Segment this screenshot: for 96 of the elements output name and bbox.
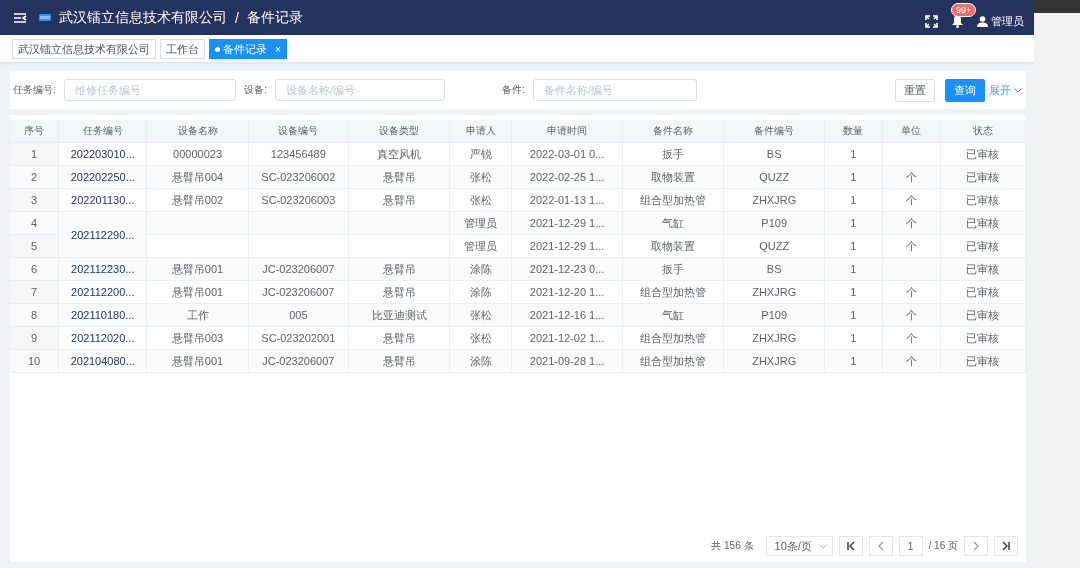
table-cell: 取物装置	[622, 234, 724, 258]
column-header: 设备编号	[248, 120, 349, 143]
breadcrumb-separator: /	[235, 9, 239, 26]
column-header: 设备类型	[348, 120, 450, 143]
table-cell: QUZZ	[723, 234, 825, 258]
table-cell: 悬臂吊003	[146, 326, 249, 350]
table-cell: 1	[10, 142, 59, 166]
column-header: 备件编号	[723, 120, 825, 143]
tab[interactable]: 武汉镭立信息技术有限公司	[12, 39, 156, 59]
company-name: 武汉镭立信息技术有限公司	[59, 8, 227, 27]
logo-icon	[39, 12, 51, 23]
table-cell: 202112290...	[58, 211, 147, 258]
table-cell: 1	[824, 188, 882, 212]
notification-badge: 99+	[951, 3, 977, 17]
table-cell: 张松	[449, 188, 512, 212]
page-number-field[interactable]: 1	[898, 536, 923, 556]
table-cell: 个	[882, 234, 941, 258]
table-cell: 组合型加热管	[622, 188, 724, 212]
table-cell: SC-023202001	[248, 326, 349, 350]
table-cell: 2022-03-01 0...	[511, 142, 623, 166]
total-count: 共 156 条	[711, 539, 754, 553]
column-header: 申请时间	[511, 120, 623, 143]
last-page-icon	[1001, 541, 1011, 551]
column-header: 序号	[10, 120, 59, 143]
table-cell: JC-023206007	[248, 280, 349, 304]
table-cell: 10	[10, 349, 59, 373]
table-cell: 3	[10, 188, 59, 212]
table-cell: 1	[824, 326, 882, 350]
table-cell: 已审核	[940, 280, 1026, 304]
table-cell: 扳手	[622, 142, 724, 166]
table-cell: BS	[723, 142, 825, 166]
column-header: 数量	[824, 120, 882, 143]
column-header: 单位	[882, 120, 941, 143]
user-icon	[977, 15, 988, 27]
table-cell: 7	[10, 280, 59, 304]
table-cell: 已审核	[940, 188, 1026, 212]
table-cell: 1	[824, 142, 882, 166]
table-cell: 个	[882, 280, 941, 304]
user-menu[interactable]: 管理员	[977, 13, 1024, 29]
table-cell: 已审核	[940, 142, 1026, 166]
column-header: 设备名称	[146, 120, 249, 143]
table-cell: 1	[824, 280, 882, 304]
field-label: 任务编号:	[13, 83, 56, 97]
table-cell: 2022-01-13 1...	[511, 188, 623, 212]
chevron-down-icon[interactable]	[1014, 87, 1022, 93]
column-header: 备件名称	[622, 120, 724, 143]
first-page-icon	[845, 541, 856, 551]
table-cell: 组合型加热管	[622, 326, 724, 350]
column-header: 任务编号	[58, 120, 147, 143]
table-cell: 真空风机	[348, 142, 450, 166]
table-cell: 4	[10, 211, 59, 235]
table-cell: 悬臂吊	[348, 188, 450, 212]
table-cell: 1	[824, 234, 882, 258]
table-cell: 2	[10, 165, 59, 189]
table-cell: 管理员	[449, 234, 512, 258]
table-cell: 2021-12-02 1...	[511, 326, 623, 350]
menu-icon[interactable]	[13, 11, 27, 24]
page-title: 备件记录	[246, 8, 303, 27]
page-count: / 16 页	[928, 539, 958, 553]
bell-icon[interactable]	[951, 14, 964, 28]
tab[interactable]: 工作台	[160, 39, 205, 59]
table-cell: 严锐	[449, 142, 512, 166]
table-cell: 9	[10, 326, 59, 350]
field-label: 设备:	[244, 83, 267, 97]
table-cell: ZHXJRG	[723, 326, 825, 350]
fullscreen-icon[interactable]	[925, 14, 938, 28]
next-page-icon	[971, 541, 981, 551]
column-header: 申请人	[449, 120, 512, 143]
table-cell: ZHXJRG	[723, 188, 825, 212]
table-cell: 8	[10, 303, 59, 327]
field-label: 备件:	[502, 83, 525, 97]
table-cell: 张松	[449, 326, 512, 350]
table-cell: 悬臂吊001	[146, 280, 249, 304]
table-cell: SC-023206003	[248, 188, 349, 212]
table-cell: 6	[10, 257, 59, 281]
table-cell: 2021-12-29 1...	[511, 234, 623, 258]
table-cell: 涂陈	[449, 280, 512, 304]
table-cell: 悬臂吊	[348, 280, 450, 304]
table-cell: 已审核	[940, 234, 1026, 258]
table-cell: 00000023	[146, 142, 249, 166]
table-cell: 个	[882, 188, 941, 212]
first-page-button[interactable]	[838, 536, 863, 556]
table-cell: 组合型加热管	[622, 280, 724, 304]
table-cell: 个	[882, 326, 941, 350]
table-cell: ZHXJRG	[723, 280, 825, 304]
table-cell: 悬臂吊002	[146, 188, 249, 212]
last-page-button[interactable]	[994, 536, 1018, 556]
table-cell: 2021-12-20 1...	[511, 280, 623, 304]
table-cell: 已审核	[940, 326, 1026, 350]
reset-button[interactable]: 重置	[895, 78, 935, 102]
table-cell: 悬臂吊	[348, 326, 450, 350]
page-size-select[interactable]: 10条/页	[765, 536, 833, 556]
table-cell: 5	[10, 234, 59, 258]
chevron-down-icon	[818, 543, 827, 549]
table-cell: 123456489	[248, 142, 349, 166]
column-header: 状态	[940, 120, 1026, 143]
